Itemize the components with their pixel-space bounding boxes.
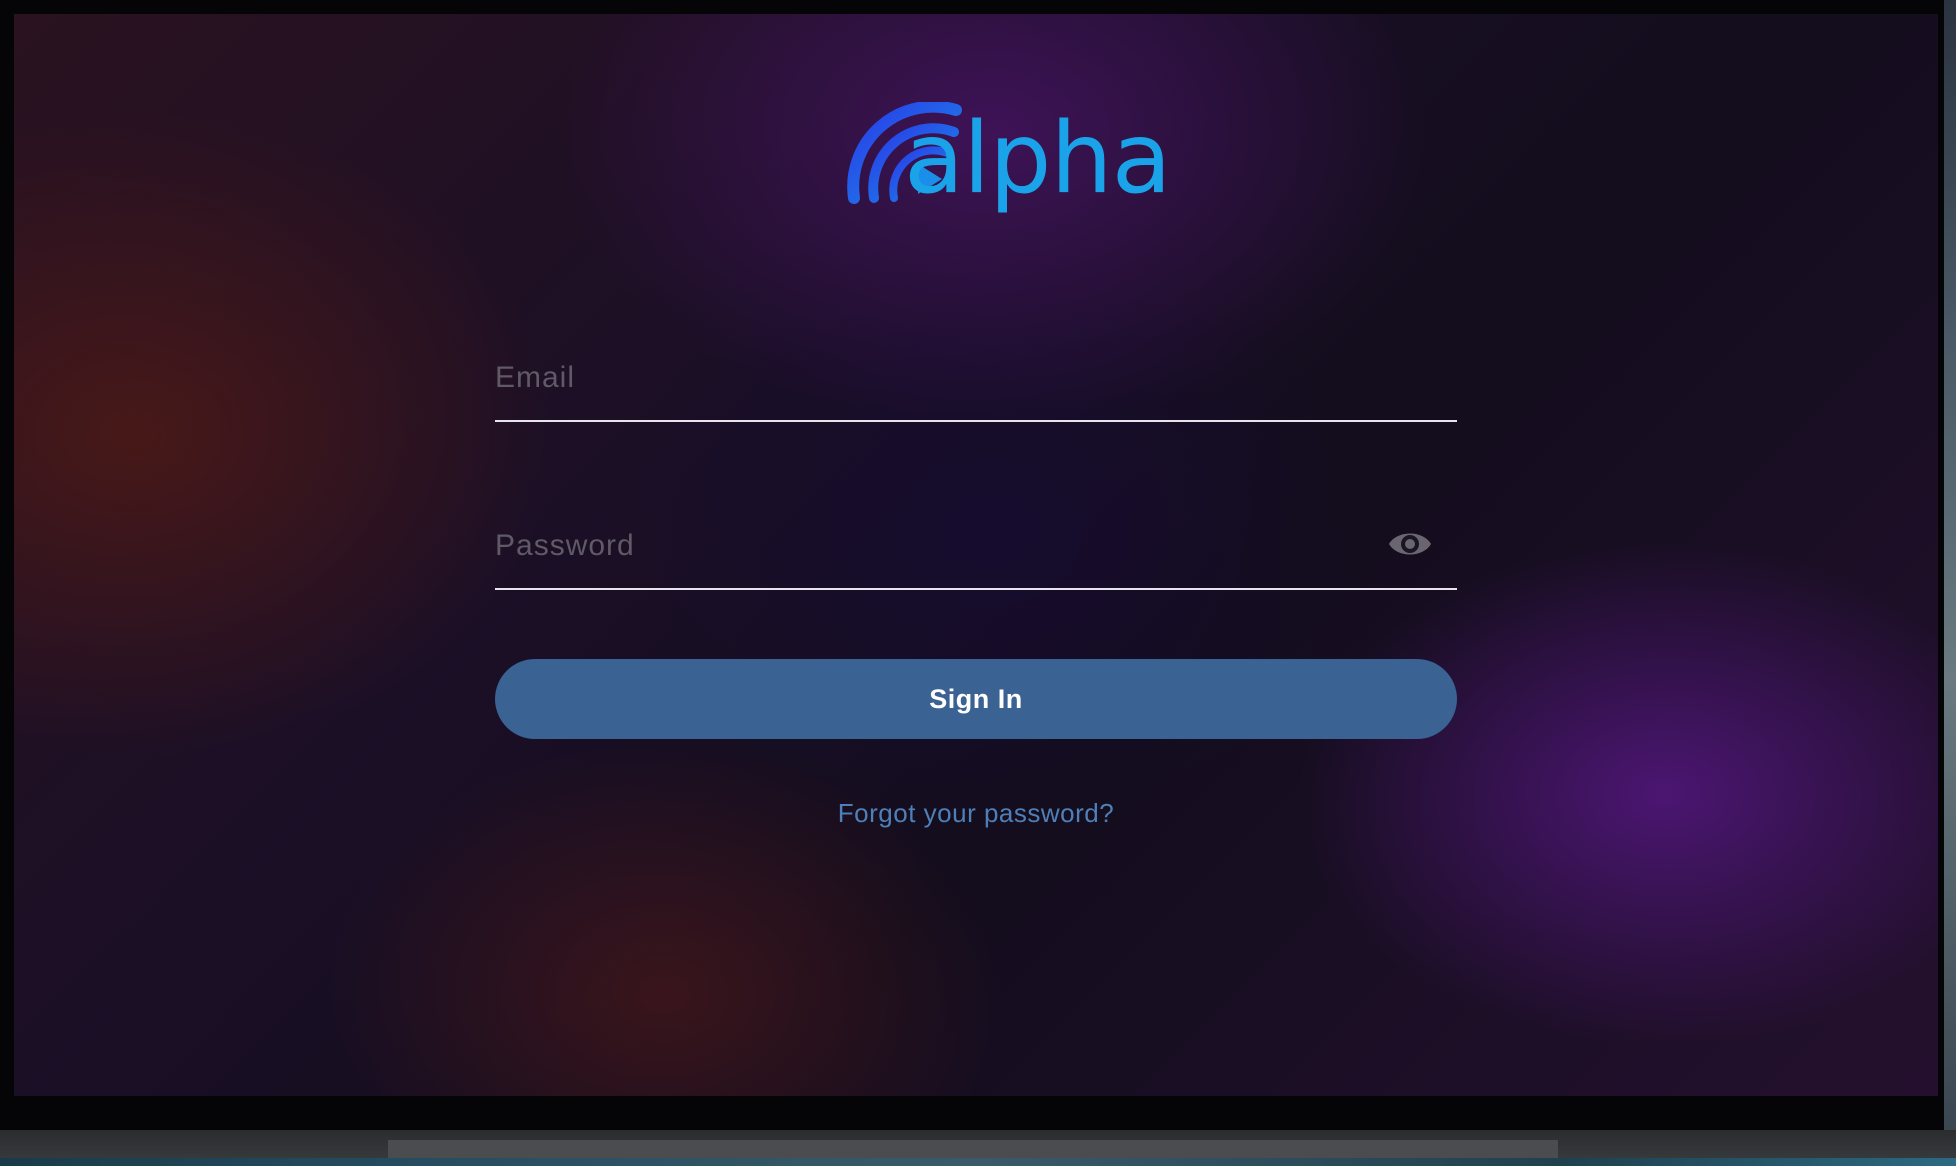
sign-in-button[interactable]: Sign In (495, 659, 1457, 739)
window-frame: alpha Sign In Forgot your password? (0, 0, 1956, 1166)
alpha-logo: alpha (846, 92, 1172, 226)
desktop-wallpaper-strip (0, 1158, 1956, 1166)
logo-wordmark: alpha (904, 102, 1172, 216)
forgot-password-link[interactable]: Forgot your password? (495, 798, 1457, 829)
email-field-container (495, 336, 1457, 422)
password-field-container (495, 504, 1457, 590)
email-field[interactable] (495, 336, 1457, 420)
desktop-edge (1944, 0, 1956, 1130)
login-screen: alpha Sign In Forgot your password? (14, 14, 1938, 1096)
password-field[interactable] (495, 504, 1457, 588)
eye-icon[interactable] (1387, 526, 1433, 562)
